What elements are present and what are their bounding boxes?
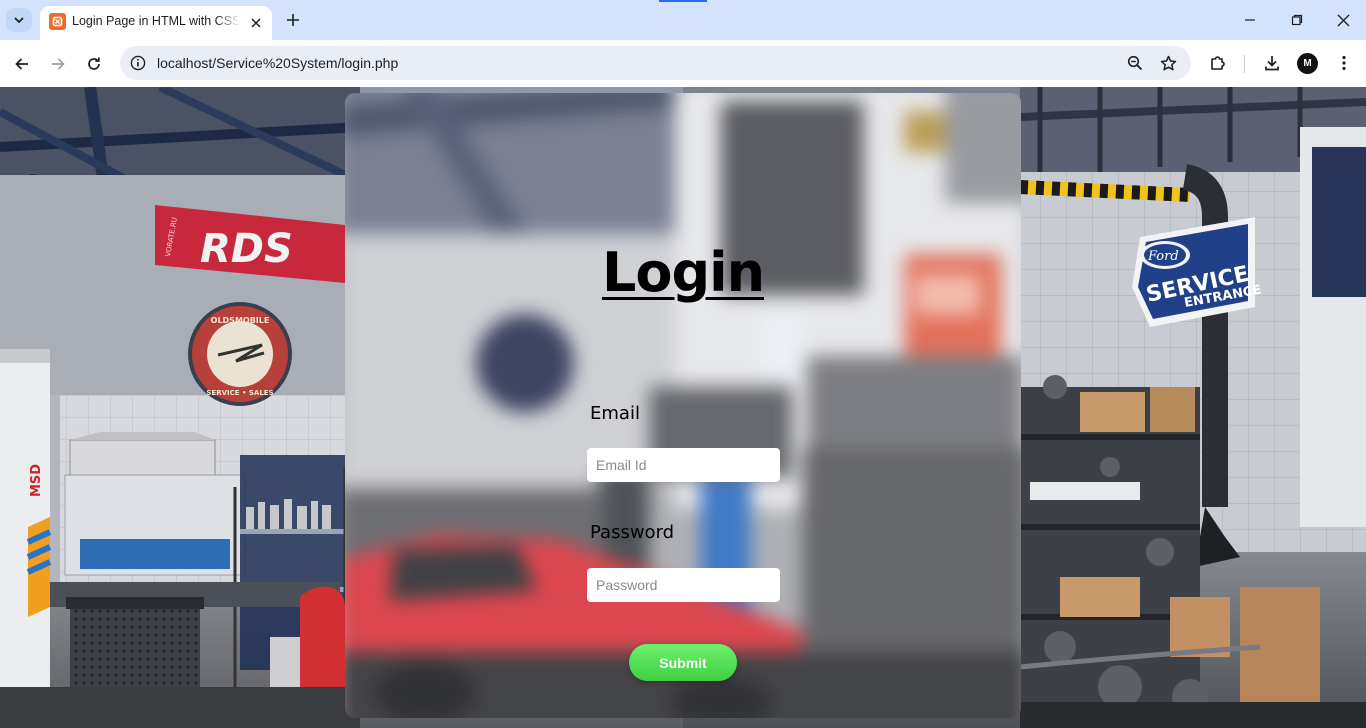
new-tab-button[interactable]: [282, 9, 304, 31]
login-card: Login Email Password Submit: [345, 93, 1021, 718]
reload-button[interactable]: [81, 51, 107, 77]
chevron-down-icon: [14, 17, 24, 24]
password-label: Password: [590, 522, 675, 543]
puzzle-icon: [1211, 56, 1225, 70]
restore-icon: [1291, 14, 1303, 26]
address-bar[interactable]: localhost/Service%20System/login.php: [120, 46, 1191, 80]
downloads-button[interactable]: [1261, 52, 1283, 74]
tab-strip: Login Page in HTML with CSS Code: [0, 0, 1366, 40]
download-icon: [1265, 56, 1279, 71]
svg-text:OLDSMOBILE: OLDSMOBILE: [211, 316, 270, 325]
tab-search-button[interactable]: [6, 8, 32, 32]
reload-icon: [88, 57, 100, 70]
email-input[interactable]: [587, 448, 780, 482]
url-text[interactable]: localhost/Service%20System/login.php: [157, 55, 398, 71]
browser-menu-button[interactable]: [1333, 52, 1355, 74]
browser-tab-active[interactable]: Login Page in HTML with CSS Code: [40, 6, 272, 40]
window-close-button[interactable]: [1331, 8, 1355, 32]
login-title: Login: [601, 241, 765, 304]
plus-icon: [287, 14, 299, 26]
minimize-icon: [1245, 19, 1255, 21]
back-button[interactable]: [9, 51, 35, 77]
bookmark-button[interactable]: [1158, 53, 1178, 73]
star-icon: [1160, 55, 1176, 70]
site-info-button[interactable]: [128, 53, 148, 73]
restore-button[interactable]: [1285, 8, 1309, 32]
submit-button[interactable]: Submit: [629, 644, 737, 681]
close-icon: [1337, 14, 1349, 26]
forward-button[interactable]: [45, 51, 71, 77]
toolbar-divider: [1244, 55, 1245, 73]
glass-overlay: [345, 93, 1021, 718]
arrow-right-icon: [52, 58, 65, 70]
svg-text:Ford: Ford: [1147, 249, 1179, 264]
more-vertical-icon: [1342, 55, 1346, 71]
profile-avatar[interactable]: M: [1297, 53, 1318, 74]
browser-toolbar: localhost/Service%20System/login.php M: [0, 40, 1366, 87]
tab-strip-indicator: [659, 0, 707, 2]
minimize-button[interactable]: [1238, 8, 1262, 32]
close-icon: [251, 18, 261, 28]
xampp-icon: [49, 13, 66, 30]
svg-text:RDS: RDS: [200, 226, 293, 272]
oldsmobile-sign: OLDSMOBILE SERVICE • SALES: [188, 302, 292, 406]
zoom-button[interactable]: [1125, 53, 1145, 73]
info-icon: [130, 55, 146, 71]
password-input[interactable]: [587, 568, 780, 602]
arrow-left-icon: [15, 58, 28, 70]
email-label: Email: [590, 403, 640, 424]
extensions-button[interactable]: [1207, 52, 1229, 74]
tab-close-button[interactable]: [246, 13, 266, 33]
svg-text:SERVICE • SALES: SERVICE • SALES: [206, 389, 273, 397]
page-viewport: RDS VORATE.RU OLDSMOBILE SERVICE • SALES…: [0, 87, 1366, 728]
zoom-out-icon: [1127, 55, 1143, 71]
svg-text:MSD: MSD: [29, 464, 44, 497]
tab-title: Login Page in HTML with CSS Code: [72, 14, 240, 32]
